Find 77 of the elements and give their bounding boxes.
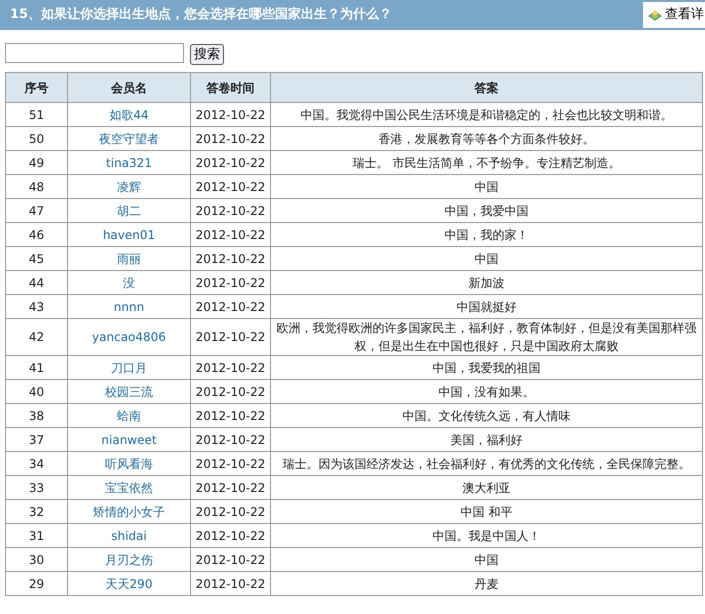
row-number: 30 [28,552,44,566]
search-button[interactable]: 搜索 [190,44,224,65]
row-number: 33 [28,480,44,494]
row-number: 49 [28,156,44,170]
answer-text: 欧洲，我觉得欧洲的许多国家民主，福利好，教育体制好，但是没有美国那样强权，但是出生在中国也很好，只是中国政府太腐败 [276,321,696,353]
member-link[interactable]: 凌辉 [117,180,141,194]
question-title: 15、如果让你选择出生地点，您会选择在哪些国家出生？为什么？ [10,6,392,24]
date-cell: 2012-10-22 [196,300,266,314]
answer-text: 中国 [474,180,498,194]
date-cell: 2012-10-22 [196,132,266,146]
date-cell: 2012-10-22 [196,528,266,542]
row-number: 41 [28,360,44,374]
row-number: 51 [28,108,44,122]
member-link[interactable]: 雨丽 [117,252,141,266]
date-cell: 2012-10-22 [196,384,266,398]
answer-text: 中国 和平 [460,504,512,518]
answer-text: 中国，我爱中国 [444,204,528,218]
date-cell: 2012-10-22 [196,408,266,422]
answer-text: 中国。文化传统久远，有人情味 [402,408,570,422]
row-number: 34 [28,456,44,470]
column-header: 会员名 [111,80,147,94]
date-cell: 2012-10-22 [196,456,266,470]
row-number: 40 [28,384,44,398]
date-cell: 2012-10-22 [196,228,266,242]
date-cell: 2012-10-22 [196,330,266,344]
date-cell: 2012-10-22 [196,180,266,194]
answer-text: 中国，没有如果。 [438,384,534,398]
date-cell: 2012-10-22 [196,480,266,494]
answer-text: 中国，我的家！ [444,228,528,242]
date-cell: 2012-10-22 [196,360,266,374]
date-cell: 2012-10-22 [196,504,266,518]
answer-text: 中国 [474,552,498,566]
member-link[interactable]: 没 [123,276,135,290]
member-link[interactable]: 如歌44 [109,108,149,122]
row-number: 50 [28,132,44,146]
date-cell: 2012-10-22 [196,276,266,290]
answer-text: 中国就挺好 [456,300,516,314]
answer-text: 丹麦 [474,576,498,590]
date-cell: 2012-10-22 [196,204,266,218]
answer-text: 中国。我是中国人！ [432,528,540,542]
row-number: 45 [28,252,44,266]
member-link[interactable]: nnnn [114,300,144,314]
date-cell: 2012-10-22 [196,252,266,266]
date-cell: 2012-10-22 [196,108,266,122]
answer-text: 瑞士。因为该国经济发达，社会福利好，有优秀的文化传统，全民保障完整。 [282,456,690,470]
answer-text: 澳大利亚 [462,480,510,494]
row-number: 38 [28,408,44,422]
member-link[interactable]: 刀口月 [111,360,147,374]
answer-text: 中国 [474,252,498,266]
row-number: 37 [28,432,44,446]
date-cell: 2012-10-22 [196,156,266,170]
answer-text: 中国。我觉得中国公民生活环境是和谐稳定的，社会也比较文明和谐。 [300,108,672,122]
column-header: 答案 [474,80,498,94]
date-cell: 2012-10-22 [196,552,266,566]
row-number: 32 [28,504,44,518]
row-number: 42 [28,330,44,344]
row-number: 29 [28,576,44,590]
column-header: 序号 [24,80,48,94]
date-cell: 2012-10-22 [196,576,266,590]
member-link[interactable]: 胡二 [117,204,141,218]
view-details-button[interactable]: 查看详 [643,2,705,28]
row-number: 31 [28,528,44,542]
column-header: 答卷时间 [206,80,254,94]
row-number: 47 [28,204,44,218]
answer-text: 中国，我爱我的祖国 [432,360,540,374]
row-number: 48 [28,180,44,194]
row-number: 43 [28,300,44,314]
member-link[interactable]: 蛤南 [117,408,141,422]
date-cell: 2012-10-22 [196,432,266,446]
answer-text: 香港，发展教育等等各个方面条件较好。 [378,132,594,146]
answer-text: 美国，福利好 [450,432,522,446]
row-number: 44 [28,276,44,290]
answer-text: 新加波 [468,276,504,290]
row-number: 46 [28,228,44,242]
member-link[interactable]: shidai [111,528,147,542]
answer-text: 瑞士。 市民生活简单，不予纷争。专注精艺制造。 [352,156,620,170]
search-field[interactable] [5,42,184,62]
